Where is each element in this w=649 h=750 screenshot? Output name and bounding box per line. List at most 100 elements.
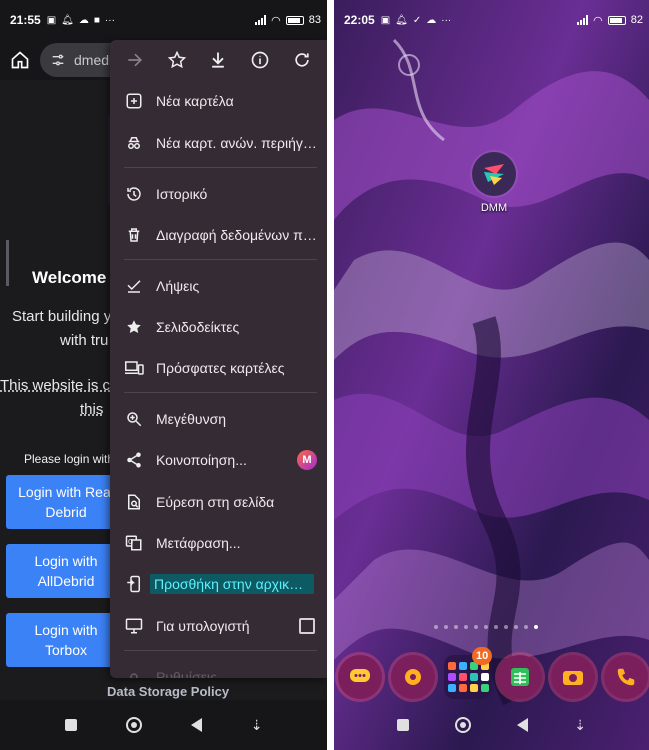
downloads-check-icon <box>124 276 144 296</box>
notification-icons: ▣ 🔔︎ ☁ ■ ··· <box>47 15 115 26</box>
login-torbox-button[interactable]: Login with Torbox <box>6 613 126 667</box>
battery-level: 83 <box>308 14 321 26</box>
status-bar: 22:05 ▣ 🔔︎ ✓ ☁ ··· ◠ 82 <box>334 0 649 40</box>
menu-history[interactable]: Ιστορικό <box>110 175 327 213</box>
home-button[interactable] <box>125 717 142 733</box>
bookmark-star-icon <box>124 317 144 337</box>
status-time: 22:05 <box>344 13 375 27</box>
menu-new-incognito-tab[interactable]: Νέα καρτ. ανών. περιήγησης <box>110 124 327 162</box>
home-button[interactable] <box>455 717 472 733</box>
menu-new-tab[interactable]: Νέα καρτέλα <box>110 82 327 120</box>
new-tab-icon <box>124 91 144 111</box>
refresh-icon[interactable] <box>291 49 313 71</box>
menu-zoom-label: Μεγέθυνση <box>156 411 227 427</box>
nav-down-icon[interactable]: ⇣ <box>574 717 586 734</box>
page-divider <box>6 240 9 286</box>
page-indicator <box>434 625 538 629</box>
phone-app-icon[interactable] <box>604 655 648 699</box>
desktop-icon <box>124 616 144 636</box>
folder-app-mini <box>469 673 478 681</box>
folder-app-mini <box>458 673 467 681</box>
page-indicator-dot <box>524 625 528 629</box>
settings-icon <box>124 667 144 678</box>
menu-share[interactable]: Κοινοποίηση... M <box>110 441 327 479</box>
folder-app-mini <box>458 684 467 692</box>
forward-icon[interactable] <box>124 49 146 71</box>
wallpaper <box>334 0 649 750</box>
notice-text-2: this <box>80 401 104 418</box>
desktop-site-checkbox[interactable] <box>299 618 315 634</box>
svg-text:G: G <box>128 538 133 546</box>
back-button[interactable] <box>190 718 202 732</box>
dmm-app-icon[interactable] <box>472 152 516 196</box>
download-icon[interactable] <box>207 49 229 71</box>
folder-app-mini <box>480 684 489 692</box>
info-icon[interactable] <box>249 49 271 71</box>
site-settings-icon[interactable] <box>50 52 66 68</box>
share-icon <box>124 450 144 470</box>
wifi-icon: ◠ <box>593 14 603 27</box>
menu-history-label: Ιστορικό <box>156 186 208 202</box>
menu-zoom[interactable]: Μεγέθυνση <box>110 400 327 438</box>
menu-downloads[interactable]: Λήψεις <box>110 267 327 305</box>
back-button[interactable] <box>517 718 529 732</box>
recents-button[interactable] <box>64 719 77 731</box>
menu-desktop-site[interactable]: Για υπολογιστή <box>110 607 327 645</box>
recents-button[interactable] <box>397 719 410 731</box>
folder-app-mini <box>447 673 456 681</box>
page-indicator-dot-active <box>534 625 538 629</box>
menu-add-to-home-label: Προσθήκη στην αρχική οθόνη <box>150 574 314 594</box>
browser-screen: 21:55 ▣ 🔔︎ ☁ ■ ··· ◠ 83 dmedia Welcome t… <box>0 0 327 750</box>
menu-separator <box>124 259 317 260</box>
signal-icon <box>577 15 589 25</box>
menu-translate[interactable]: G Μετάφραση... <box>110 524 327 562</box>
more-dots-icon: ··· <box>104 14 115 26</box>
star-icon[interactable] <box>166 49 188 71</box>
menu-settings[interactable]: Ρυθμίσεις <box>110 658 327 678</box>
sheets-app-icon[interactable] <box>498 655 542 699</box>
menu-downloads-label: Λήψεις <box>156 278 200 294</box>
home-icon[interactable] <box>10 50 30 70</box>
data-storage-policy-link[interactable]: Data Storage Policy <box>107 684 229 699</box>
check-icon: ✓ <box>412 14 422 26</box>
more-dots-icon: ··· <box>441 14 452 26</box>
intro-text-1: Start building y <box>12 308 112 325</box>
dmm-app-label: DMM <box>480 202 508 214</box>
signal-icon <box>255 15 267 25</box>
menu-clear-data[interactable]: Διαγραφή δεδομένων περιήγησης <box>110 216 327 254</box>
page-indicator-dot <box>464 625 468 629</box>
menu-bookmarks[interactable]: Σελιδοδείκτες <box>110 308 327 346</box>
menu-separator <box>124 167 317 168</box>
menu-recent-tabs[interactable]: Πρόσφατες καρτέλες <box>110 349 327 387</box>
menu-new-tab-label: Νέα καρτέλα <box>156 93 234 109</box>
nav-bar: ⇣ <box>334 700 649 750</box>
menu-add-to-home[interactable]: Προσθήκη στην αρχική οθόνη <box>110 565 327 603</box>
notice-text-1: This website is c <box>0 377 111 394</box>
login-alldebrid-button[interactable]: Login with AllDebrid <box>6 544 126 598</box>
page-indicator-dot <box>504 625 508 629</box>
notification-icons: ▣ 🔔︎ ✓ ☁ ··· <box>381 15 452 26</box>
welcome-heading: Welcome t <box>32 268 117 287</box>
cloud-icon: ☁ <box>78 14 89 26</box>
folder-app-mini <box>458 662 467 670</box>
menu-bookmarks-label: Σελιδοδείκτες <box>156 319 240 335</box>
menu-find-in-page[interactable]: Εύρεση στη σελίδα <box>110 483 327 521</box>
settings-app-icon[interactable] <box>391 655 435 699</box>
status-bar: 21:55 ▣ 🔔︎ ☁ ■ ··· ◠ 83 <box>0 0 327 40</box>
page-indicator-dot <box>474 625 478 629</box>
menu-separator <box>124 392 317 393</box>
share-app-badge[interactable]: M <box>297 450 317 470</box>
find-page-icon <box>124 492 144 512</box>
folder-app-mini <box>480 673 489 681</box>
camera-app-icon[interactable] <box>551 655 595 699</box>
trash-icon <box>124 225 144 245</box>
nav-down-icon[interactable]: ⇣ <box>251 717 263 734</box>
nfc-icon: ▣ <box>380 14 391 26</box>
messages-app-icon[interactable] <box>338 655 382 699</box>
translate-icon: G <box>124 533 144 553</box>
bell-icon: 🔔︎ <box>61 14 74 26</box>
menu-toolbar <box>110 40 327 80</box>
battery-icon <box>607 15 626 25</box>
login-realdebrid-button[interactable]: Login with Real Debrid <box>6 475 126 529</box>
login-prompt: Please login with <box>24 452 115 466</box>
